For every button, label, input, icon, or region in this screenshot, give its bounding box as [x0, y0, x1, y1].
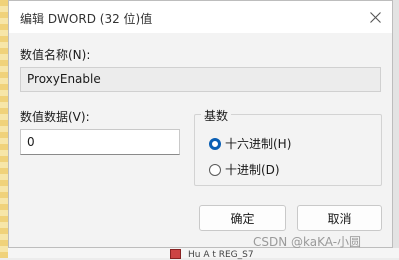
dialog-titlebar: 编辑 DWORD (32 位)值 [9, 1, 392, 33]
watermark-text: CSDN @kaKA-小圆 [253, 235, 362, 249]
value-data-input[interactable] [20, 129, 180, 155]
value-data-label: 数值数据(V): [20, 110, 90, 124]
cancel-button[interactable]: 取消 [297, 205, 382, 231]
value-name-label: 数值名称(N): [20, 48, 91, 62]
edit-dword-dialog: 编辑 DWORD (32 位)值 数值名称(N): ProxyEnable 数值… [8, 0, 393, 249]
radio-hex-label[interactable]: 十六进制(H) [225, 135, 291, 152]
ok-button[interactable]: 确定 [199, 205, 286, 231]
close-icon [370, 11, 381, 23]
background-app-strip [0, 0, 8, 258]
radio-decimal-label[interactable]: 十进制(D) [225, 161, 280, 178]
close-button[interactable] [359, 1, 392, 33]
radio-hex-indicator[interactable] [209, 137, 221, 150]
radio-hex[interactable]: 十六进制(H) [209, 135, 291, 152]
value-name-field: ProxyEnable [20, 67, 381, 92]
background-row-text: Hu A t REG_S7 [188, 250, 254, 260]
background-app-edge [393, 0, 399, 258]
base-group-label: 基数 [201, 107, 232, 124]
radio-decimal-indicator[interactable] [209, 163, 221, 176]
radio-decimal[interactable]: 十进制(D) [209, 161, 280, 178]
dialog-title: 编辑 DWORD (32 位)值 [20, 12, 153, 26]
